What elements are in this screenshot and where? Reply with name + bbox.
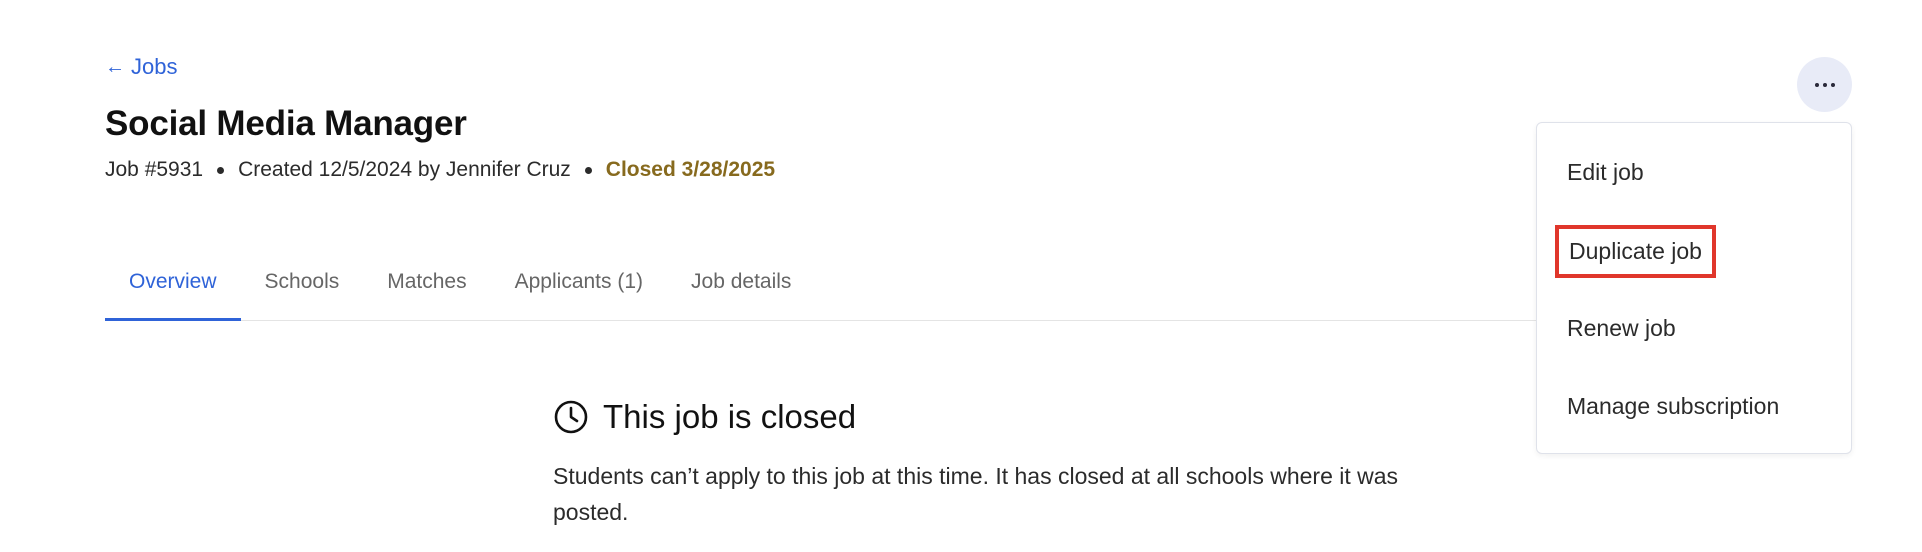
separator-dot	[584, 166, 592, 174]
tab-job-details[interactable]: Job details	[667, 258, 815, 320]
tab-bar: Overview Schools Matches Applicants (1) …	[105, 258, 1585, 321]
more-horizontal-icon-dot	[1822, 82, 1827, 87]
closed-notice-body: Students can’t apply to this job at this…	[553, 463, 1399, 525]
job-created: Created 12/5/2024 by Jennifer Cruz	[238, 158, 571, 181]
more-horizontal-icon-dot	[1830, 82, 1835, 87]
tab-overview[interactable]: Overview	[105, 258, 241, 321]
closed-notice-title: This job is closed	[603, 398, 857, 435]
job-meta: Job #5931 Created 12/5/2024 by Jennifer …	[105, 158, 775, 182]
tab-applicants[interactable]: Applicants (1)	[491, 258, 667, 320]
more-horizontal-icon	[1814, 82, 1819, 87]
actions-menu: Edit job Duplicate job Renew job Manage …	[1536, 122, 1852, 454]
separator-dot	[217, 166, 225, 174]
closed-notice-heading: This job is closed	[553, 398, 1413, 436]
job-status: Closed 3/28/2025	[605, 158, 776, 181]
menu-item-renew-job[interactable]: Renew job	[1567, 315, 1676, 342]
back-to-jobs-link[interactable]: ← Jobs	[105, 54, 177, 80]
page-title: Social Media Manager	[105, 104, 467, 143]
back-link-label: Jobs	[131, 54, 178, 79]
job-page: ← Jobs Social Media Manager Job #5931 Cr…	[0, 0, 1922, 552]
closed-notice: This job is closed Students can’t apply …	[553, 398, 1413, 530]
menu-item-manage-subscription[interactable]: Manage subscription	[1567, 393, 1779, 420]
menu-item-duplicate-job[interactable]: Duplicate job	[1555, 225, 1716, 278]
arrow-left-icon: ←	[105, 56, 125, 78]
menu-item-edit-job[interactable]: Edit job	[1567, 159, 1644, 186]
clock-icon	[554, 400, 588, 434]
more-actions-button[interactable]	[1797, 57, 1852, 112]
tab-schools[interactable]: Schools	[241, 258, 364, 320]
tab-matches[interactable]: Matches	[363, 258, 490, 320]
job-number: Job #5931	[105, 158, 204, 181]
